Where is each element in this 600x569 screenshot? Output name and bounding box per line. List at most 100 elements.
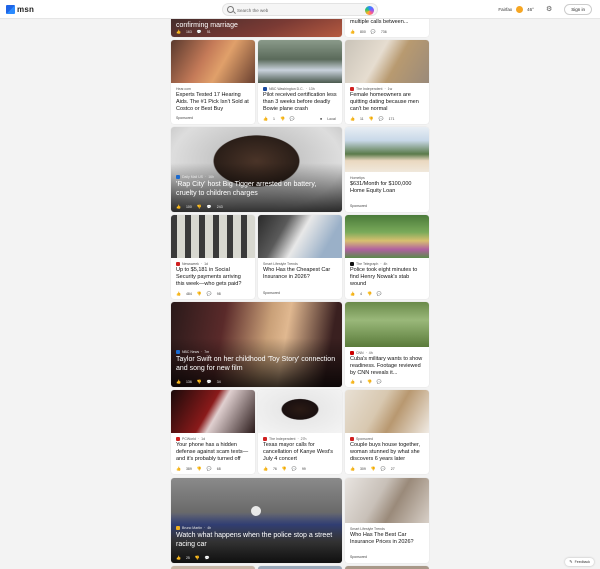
play-icon[interactable]: [251, 506, 261, 516]
comment-icon[interactable]: 💬: [371, 30, 376, 34]
like-icon[interactable]: 👍: [350, 467, 355, 471]
news-card[interactable]: Newsweek · 1d Up to $5,181 in Social Secur…: [171, 215, 255, 299]
comment-count: 99: [301, 467, 306, 471]
like-icon[interactable]: 👍: [350, 380, 355, 384]
news-card[interactable]: NBC News · 7m Taylor Swift on her childhoo…: [171, 302, 342, 387]
comment-icon[interactable]: 💬: [207, 467, 212, 471]
article-title[interactable]: Watch what happens when the police stop …: [176, 531, 337, 549]
article-title[interactable]: Experts Tested 17 Hearing Aids. The #1 P…: [176, 92, 250, 112]
news-card[interactable]: The Independent · 27h Texas mayor calls fo…: [258, 390, 342, 474]
comment-icon[interactable]: 💬: [197, 30, 202, 34]
source-logo-icon: [350, 350, 354, 355]
article-title[interactable]: multiple calls between...: [350, 19, 424, 26]
dislike-icon[interactable]: 👎: [197, 467, 202, 471]
news-card[interactable]: NBC Washington D.C. · 13h Pilot received c…: [258, 40, 342, 124]
feedback-button[interactable]: ✎ Feedback: [565, 558, 594, 566]
like-icon[interactable]: 👍: [350, 117, 355, 121]
search-box[interactable]: [222, 3, 378, 16]
article-title[interactable]: Police took eight minutes to find Henry …: [350, 267, 424, 287]
dislike-icon[interactable]: 👎: [369, 117, 374, 121]
news-card[interactable]: Sponsored Couple buys house together, wo…: [345, 390, 429, 474]
like-count: 25: [185, 556, 190, 560]
dislike-icon[interactable]: 👎: [282, 467, 287, 471]
msn-logo[interactable]: msn: [6, 4, 34, 15]
dislike-icon[interactable]: 👎: [371, 467, 376, 471]
dislike-icon[interactable]: 👎: [367, 292, 372, 296]
search-icon: [227, 6, 234, 13]
dislike-icon[interactable]: 👎: [197, 292, 202, 296]
comment-icon[interactable]: 💬: [381, 467, 386, 471]
article-source: Smart Lifestyle Trends: [350, 526, 385, 531]
like-icon[interactable]: 👍: [176, 205, 181, 209]
feedback-icon: ✎: [569, 559, 573, 564]
comment-count: 68: [216, 467, 221, 471]
comment-icon[interactable]: 💬: [379, 117, 384, 121]
comment-icon[interactable]: 💬: [377, 292, 382, 296]
location-pin-icon: ●: [319, 116, 323, 121]
gear-icon[interactable]: ⚙: [546, 6, 552, 13]
like-icon[interactable]: 👍: [263, 117, 268, 121]
like-count: 4: [359, 292, 362, 296]
article-title[interactable]: Up to $5,181 in Social Security payments…: [176, 267, 250, 287]
dislike-icon[interactable]: 👎: [280, 117, 285, 121]
article-title[interactable]: Cuba's military wants to show readiness.…: [350, 356, 424, 376]
news-card[interactable]: The Telegraph · 4h Police took eight minut…: [345, 215, 429, 299]
news-card[interactable]: PCWorld · 1d Your phone has a hidden defen…: [171, 390, 255, 474]
copilot-icon[interactable]: [365, 5, 374, 15]
source-logo-icon: [176, 261, 180, 266]
like-icon[interactable]: 👍: [176, 556, 181, 560]
like-icon[interactable]: 👍: [350, 30, 355, 34]
comment-icon[interactable]: 💬: [290, 117, 295, 121]
dislike-icon[interactable]: 👎: [197, 205, 202, 209]
temperature-label[interactable]: 46°: [527, 7, 534, 12]
comment-count: 171: [388, 117, 395, 121]
like-icon[interactable]: 👍: [176, 292, 181, 296]
article-title[interactable]: Who Has the Cheapest Car Insurance in 20…: [263, 267, 337, 281]
article-source: Hear.com: [176, 86, 191, 91]
news-card[interactable]: Bruno Martin · 4h Watch what happens when …: [171, 478, 342, 563]
comment-icon[interactable]: 💬: [377, 380, 382, 384]
article-source: Daily Mail US · 16h: [176, 175, 337, 179]
comment-icon[interactable]: 💬: [207, 205, 212, 209]
like-count: 100: [185, 205, 192, 209]
local-label: Local: [327, 117, 336, 121]
news-card[interactable]: The Independent · 1w Female homeowners are…: [345, 40, 429, 124]
sun-icon: [516, 6, 524, 13]
like-icon[interactable]: 👍: [350, 292, 355, 296]
sponsored-label: Sponsored: [176, 116, 193, 120]
article-title[interactable]: $631/Month for $100,000 Home Equity Loan: [350, 181, 424, 195]
article-title[interactable]: Female homeowners are quitting dating be…: [350, 92, 424, 112]
news-card[interactable]: Daily Mail US · 16h 'Rap City' host Big Ti…: [171, 127, 342, 212]
dislike-icon[interactable]: 👎: [367, 380, 372, 384]
article-title[interactable]: Texas mayor calls for cancellation of Ka…: [263, 442, 337, 462]
news-card[interactable]: Smart Lifestyle Trends Who Has The Best …: [345, 478, 429, 563]
article-title[interactable]: Pilot received certification less than 3…: [263, 92, 337, 112]
comment-icon[interactable]: 💬: [207, 380, 212, 384]
comment-icon[interactable]: 💬: [205, 556, 210, 560]
article-title[interactable]: Who Has The Best Car Insurance Prices in…: [350, 532, 424, 546]
article-image: [171, 40, 255, 83]
article-title[interactable]: Couple buys house together, woman stunne…: [350, 442, 424, 462]
dislike-icon[interactable]: 👎: [195, 556, 200, 560]
news-card[interactable]: Smart Lifestyle Trends Who Has the Cheap…: [258, 215, 342, 299]
news-card[interactable]: CNN · 4h Cuba's military wants to show rea…: [345, 302, 429, 387]
news-card[interactable]: Hometips $631/Month for $100,000 Home Eq…: [345, 127, 429, 212]
sign-in-button[interactable]: Sign in: [564, 4, 592, 15]
article-title[interactable]: Your phone has a hidden defense against …: [176, 442, 250, 462]
like-icon[interactable]: 👍: [176, 467, 181, 471]
news-card[interactable]: Hear.com Experts Tested 17 Hearing Aids.…: [171, 40, 255, 124]
article-image: [345, 40, 429, 83]
comment-icon[interactable]: 💬: [207, 292, 212, 296]
dislike-icon[interactable]: 👎: [197, 380, 202, 384]
article-title[interactable]: Taylor Swift on her childhood 'Toy Story…: [176, 355, 337, 373]
comment-icon[interactable]: 💬: [292, 467, 297, 471]
article-image: [258, 390, 342, 433]
like-icon[interactable]: 👍: [176, 380, 181, 384]
location-label[interactable]: Fairfax: [498, 7, 512, 12]
like-icon[interactable]: 👍: [176, 30, 181, 34]
like-count: 6: [359, 380, 362, 384]
article-title[interactable]: 'Rap City' host Big Tigger arrested on b…: [176, 180, 337, 198]
comment-count: 51: [206, 30, 211, 34]
like-icon[interactable]: 👍: [263, 467, 268, 471]
search-input[interactable]: [237, 5, 357, 15]
